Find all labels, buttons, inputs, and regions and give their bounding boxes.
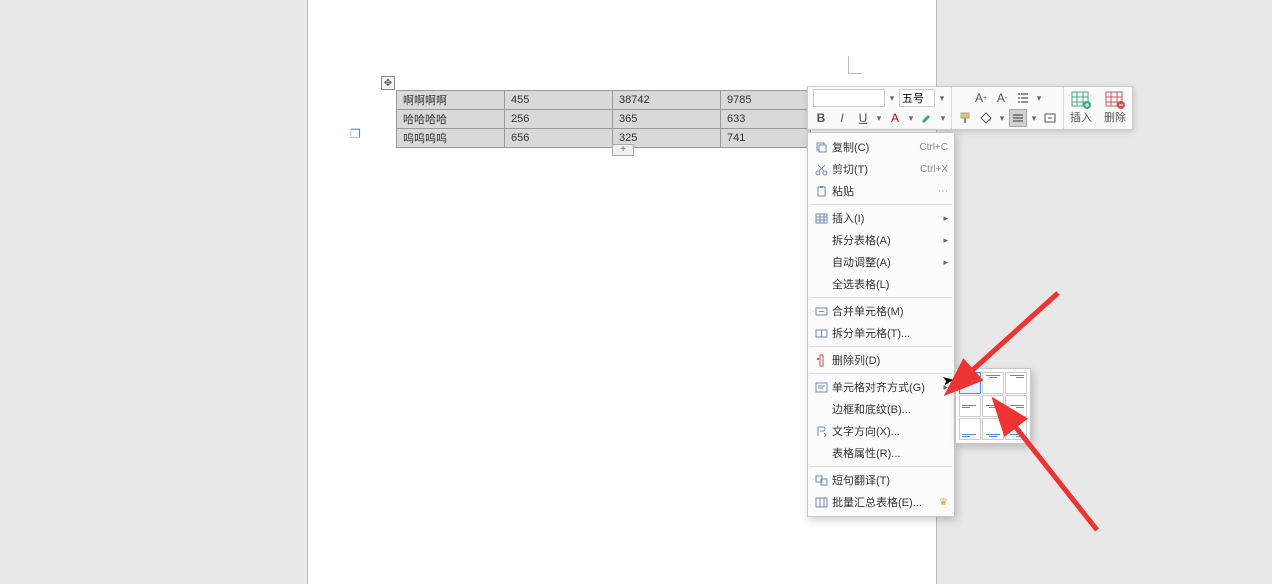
underline-dd-icon[interactable]: ▾: [875, 113, 883, 124]
delete-col-icon: [812, 354, 830, 367]
submenu-arrow-icon: ▸: [939, 382, 948, 393]
table-row: 哈哈哈哈 256 365 633: [397, 110, 811, 129]
table-row: 啊啊啊啊 455 38742 9785: [397, 91, 811, 110]
menu-translate[interactable]: 短句翻译(T): [808, 469, 954, 491]
list-dd-icon[interactable]: ▾: [1035, 93, 1043, 104]
cell[interactable]: 656: [505, 129, 613, 148]
menu-split-table[interactable]: 拆分表格(A) ▸: [808, 229, 954, 251]
cell[interactable]: 啊啊啊啊: [397, 91, 505, 110]
shortcut: Ctrl+C: [919, 142, 948, 153]
bold-button[interactable]: B: [812, 109, 830, 127]
table-icon: [812, 212, 830, 225]
separator: [810, 373, 952, 374]
align-top-center[interactable]: [982, 372, 1004, 394]
menu-cut[interactable]: 剪切(T) Ctrl+X: [808, 158, 954, 180]
font-color-button[interactable]: A: [886, 109, 904, 127]
separator: [810, 297, 952, 298]
merge-icon: [812, 305, 830, 318]
shading-dd-icon[interactable]: ▾: [998, 113, 1006, 124]
format-painter-button[interactable]: [956, 109, 974, 127]
highlight-dd-icon[interactable]: ▾: [939, 113, 947, 124]
menu-merge-cells[interactable]: 合并单元格(M): [808, 300, 954, 322]
menu-split-cells[interactable]: 拆分单元格(T)...: [808, 322, 954, 344]
cell[interactable]: 633: [721, 110, 811, 129]
insert-table-button[interactable]: 插入: [1064, 87, 1098, 129]
align-middle-right[interactable]: [1005, 395, 1027, 417]
delete-label: 删除: [1104, 109, 1126, 125]
list-button[interactable]: [1014, 89, 1032, 107]
menu-auto-fit[interactable]: 自动调整(A) ▸: [808, 251, 954, 273]
menu-copy[interactable]: 复制(C) Ctrl+C: [808, 136, 954, 158]
cell[interactable]: 哈哈哈哈: [397, 110, 505, 129]
menu-batch-sum[interactable]: 批量汇总表格(E)... ♛: [808, 491, 954, 513]
menu-select-all[interactable]: 全选表格(L): [808, 273, 954, 295]
grow-font-button[interactable]: A+: [972, 89, 990, 107]
delete-table-button[interactable]: 删除: [1098, 87, 1132, 129]
size-dropdown-icon[interactable]: ▾: [938, 93, 946, 104]
cell[interactable]: 呜呜呜呜: [397, 129, 505, 148]
table-row: 呜呜呜呜 656 325 741: [397, 129, 811, 148]
align-button[interactable]: [1009, 109, 1027, 127]
page-icon: ❐: [350, 127, 362, 141]
menu-table-props[interactable]: 表格属性(R)...: [808, 442, 954, 464]
cell[interactable]: 455: [505, 91, 613, 110]
text-dir-icon: [812, 425, 830, 438]
table-move-handle[interactable]: ✥: [381, 76, 395, 90]
underline-button[interactable]: U: [854, 109, 872, 127]
align-icon: [812, 381, 830, 394]
text-cursor-mark: [848, 56, 862, 74]
font-dropdown-icon[interactable]: ▾: [888, 93, 896, 104]
sum-icon: [812, 496, 830, 509]
align-top-right[interactable]: [1005, 372, 1027, 394]
align-dd-icon[interactable]: ▾: [1030, 113, 1038, 124]
font-name-input[interactable]: [813, 89, 885, 107]
menu-paste[interactable]: 粘贴 ⋯: [808, 180, 954, 202]
font-size-input[interactable]: [899, 89, 935, 107]
context-menu: 复制(C) Ctrl+C 剪切(T) Ctrl+X 粘贴 ⋯ 插入(I) ▸ 拆…: [807, 132, 955, 517]
separator: [810, 466, 952, 467]
copy-icon: [812, 141, 830, 154]
shrink-font-button[interactable]: A-: [993, 89, 1011, 107]
cell[interactable]: 38742: [613, 91, 721, 110]
menu-borders[interactable]: 边框和底纹(B)...: [808, 398, 954, 420]
scissors-icon: [812, 163, 830, 176]
cell[interactable]: 9785: [721, 91, 811, 110]
submenu-arrow-icon: ▸: [939, 257, 948, 268]
cell[interactable]: 741: [721, 129, 811, 148]
menu-text-direction[interactable]: 文字方向(X)...: [808, 420, 954, 442]
align-bottom-center[interactable]: [982, 418, 1004, 440]
align-middle-left[interactable]: [959, 395, 981, 417]
align-bottom-right[interactable]: [1005, 418, 1027, 440]
data-table[interactable]: 啊啊啊啊 455 38742 9785 哈哈哈哈 256 365 633 呜呜呜…: [396, 90, 811, 148]
font-color-dd-icon[interactable]: ▾: [907, 113, 915, 124]
align-middle-center[interactable]: [982, 395, 1004, 417]
menu-cell-align[interactable]: 单元格对齐方式(G) ▸: [808, 376, 954, 398]
split-icon: [812, 327, 830, 340]
merge-button[interactable]: [1041, 109, 1059, 127]
cell[interactable]: 365: [613, 110, 721, 129]
italic-button[interactable]: I: [833, 109, 851, 127]
submenu-arrow-icon: ▸: [939, 213, 948, 224]
separator: [810, 346, 952, 347]
highlight-button[interactable]: [918, 109, 936, 127]
more-icon: ⋯: [938, 186, 948, 197]
align-bottom-left[interactable]: [959, 418, 981, 440]
translate-icon: [812, 474, 830, 487]
align-top-left[interactable]: [959, 372, 981, 394]
menu-delete-col[interactable]: 删除列(D): [808, 349, 954, 371]
add-row-button[interactable]: +: [612, 144, 634, 156]
alignment-submenu: [955, 368, 1031, 444]
menu-insert[interactable]: 插入(I) ▸: [808, 207, 954, 229]
mini-toolbar: ▾ ▾ B I U ▾ A ▾ ▾ A+ A- ▾: [807, 86, 1133, 130]
crown-icon: ♛: [935, 497, 948, 508]
paste-icon: [812, 185, 830, 198]
insert-label: 插入: [1070, 109, 1092, 125]
cell[interactable]: 256: [505, 110, 613, 129]
shading-button[interactable]: [977, 109, 995, 127]
shortcut: Ctrl+X: [920, 164, 948, 175]
submenu-arrow-icon: ▸: [939, 235, 948, 246]
separator: [810, 204, 952, 205]
